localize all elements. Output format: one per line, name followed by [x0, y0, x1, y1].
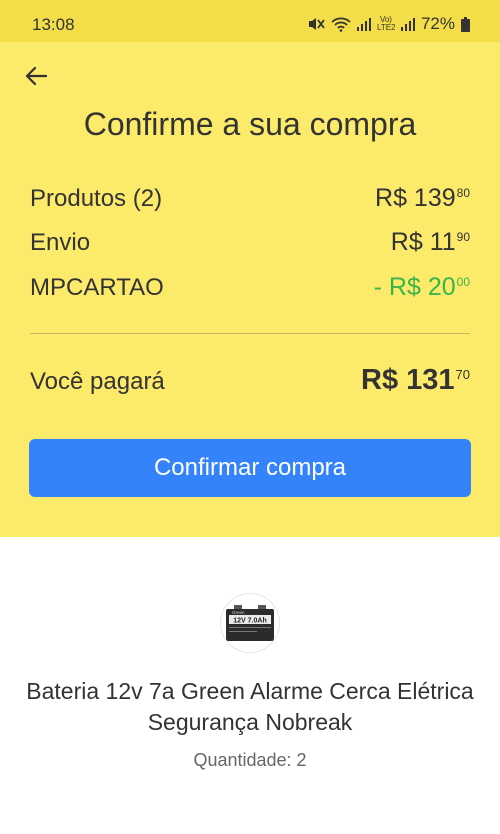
mute-icon [307, 16, 325, 32]
signal-icon [356, 17, 371, 31]
summary-row-products: Produtos (2) R$ 13980 [30, 184, 470, 218]
svg-text:12V 7.0Ah: 12V 7.0Ah [233, 618, 266, 625]
products-label: Produtos (2) [30, 185, 163, 212]
shipping-label: Envio [30, 229, 91, 256]
volte-icon: Vo) LTE2 [376, 15, 396, 32]
status-icons: Vo) LTE2 72% [307, 14, 470, 34]
product-thumbnail: 12V 7.0Ah Green [220, 593, 280, 653]
signal-icon [400, 17, 415, 31]
total-row: Você pagará R$ 13170 [30, 364, 470, 404]
battery-icon [461, 16, 470, 32]
product-quantity: Quantidade: 2 [193, 750, 307, 770]
back-button[interactable] [22, 64, 50, 92]
shipping-price: R$ 1190 [390, 228, 470, 256]
coupon-label: MPCARTAO [30, 274, 164, 301]
arrow-left-icon [25, 66, 48, 91]
summary-row-shipping: Envio R$ 1190 [30, 228, 470, 262]
battery-product-icon: 12V 7.0Ah Green [226, 605, 274, 641]
product-title: Bateria 12v 7a Green Alarme Cerca Elétri… [26, 678, 474, 735]
wifi-icon [331, 16, 351, 32]
status-time: 13:08 [32, 15, 75, 34]
total-price: R$ 13170 [361, 364, 470, 396]
summary-row-coupon: MPCARTAO - R$ 2000 [30, 273, 470, 307]
status-bar: 13:08 Vo) LTE2 72% [0, 0, 500, 42]
confirm-purchase-button[interactable]: Confirmar compra [29, 439, 471, 497]
battery-percent: 72% [420, 14, 455, 33]
page-title: Confirme a sua compra [83, 106, 417, 142]
coupon-discount: - R$ 2000 [373, 273, 470, 301]
divider [30, 333, 470, 334]
svg-text:Green: Green [232, 610, 245, 615]
total-label: Você pagará [30, 368, 165, 395]
products-price: R$ 13980 [375, 184, 470, 212]
